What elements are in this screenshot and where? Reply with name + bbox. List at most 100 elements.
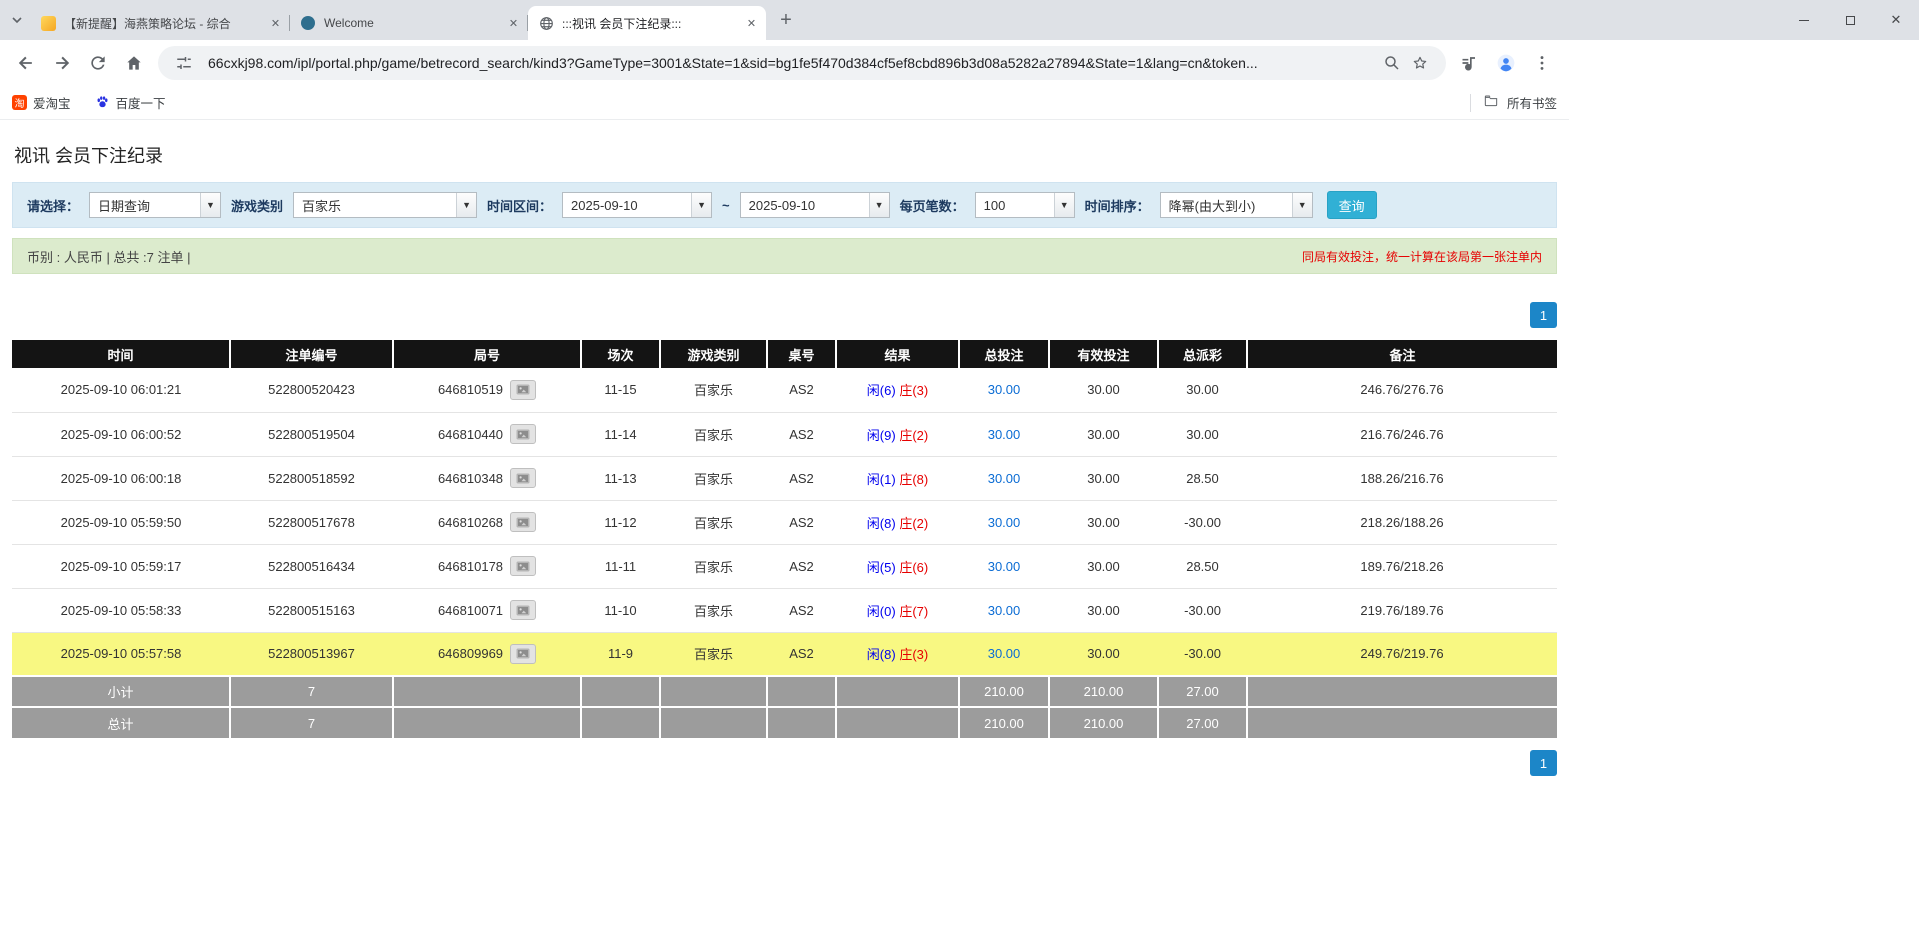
game-type-select[interactable]: 百家乐 ▼ — [293, 192, 477, 218]
col-header-payout: 总派彩 — [1158, 340, 1247, 368]
round-number: 646810268 — [438, 515, 503, 530]
round-number: 646810440 — [438, 427, 503, 442]
page-size-label: 每页笔数： — [900, 196, 965, 215]
col-header-time: 时间 — [12, 340, 230, 368]
cell-round: 646809969 — [393, 632, 581, 676]
zoom-icon[interactable] — [1378, 49, 1406, 77]
bookmark-star-icon[interactable] — [1406, 49, 1434, 77]
bookmark-label: 爱淘宝 — [33, 93, 71, 112]
video-replay-icon[interactable] — [510, 512, 536, 532]
cell-bet-id: 522800518592 — [230, 456, 393, 500]
page-size-select[interactable]: 100 ▼ — [975, 192, 1075, 218]
bookmark-taobao[interactable]: 淘 爱淘宝 — [12, 93, 71, 112]
forum-favicon-icon — [40, 15, 56, 31]
chevron-down-icon[interactable]: ▼ — [200, 193, 220, 217]
video-replay-icon[interactable] — [510, 424, 536, 444]
cell-session: 11-11 — [581, 544, 660, 588]
result-player: 闲(8) — [867, 516, 896, 531]
result-banker: 庄(8) — [899, 472, 928, 487]
chevron-down-icon[interactable]: ▼ — [1292, 193, 1312, 217]
game-type-label: 游戏类别 — [231, 196, 283, 215]
total-bet-link[interactable]: 30.00 — [988, 382, 1021, 397]
query-type-label: 请选择： — [27, 196, 79, 215]
table-row: 2025-09-10 05:59:17 522800516434 6468101… — [12, 544, 1557, 588]
close-tab-icon[interactable]: ✕ — [267, 15, 284, 32]
cell-round: 646810440 — [393, 412, 581, 456]
tab-search-icon[interactable] — [4, 7, 30, 33]
bookmarks-bar: 淘 爱淘宝 百度一下 所有书签 — [0, 86, 1569, 120]
cell-round: 646810519 — [393, 368, 581, 412]
video-replay-icon[interactable] — [510, 380, 536, 400]
result-player: 闲(1) — [867, 472, 896, 487]
close-button[interactable]: ✕ — [1873, 0, 1919, 40]
url-text[interactable]: 66cxkj98.com/ipl/portal.php/game/betreco… — [208, 55, 1368, 71]
cell-table-no: AS2 — [767, 632, 836, 676]
reload-button[interactable] — [80, 45, 116, 81]
cell-session: 11-9 — [581, 632, 660, 676]
cell-valid-bet: 30.00 — [1049, 412, 1158, 456]
total-bet-link[interactable]: 30.00 — [988, 427, 1021, 442]
site-settings-icon[interactable] — [170, 49, 198, 77]
chevron-down-icon[interactable]: ▼ — [456, 193, 476, 217]
tab-welcome[interactable]: Welcome ✕ — [290, 6, 528, 40]
search-button[interactable]: 查询 — [1327, 191, 1377, 219]
total-bet-link[interactable]: 30.00 — [988, 646, 1021, 661]
cell-total-bet: 30.00 — [959, 588, 1049, 632]
close-tab-icon[interactable]: ✕ — [743, 15, 760, 32]
empty-cell — [660, 707, 767, 738]
profile-avatar[interactable] — [1488, 45, 1524, 81]
query-type-select[interactable]: 日期查询 ▼ — [89, 192, 221, 218]
page-number-button[interactable]: 1 — [1530, 302, 1557, 328]
total-valid-bet: 210.00 — [1049, 707, 1158, 738]
cell-game: 百家乐 — [660, 544, 767, 588]
bookmark-baidu[interactable]: 百度一下 — [95, 93, 166, 112]
total-bet-link[interactable]: 30.00 — [988, 515, 1021, 530]
bookmarks-divider — [1470, 94, 1471, 112]
result-banker: 庄(7) — [899, 604, 928, 619]
date-from-select[interactable]: 2025-09-10 ▼ — [562, 192, 712, 218]
tab-title: :::视讯 会员下注纪录::: — [562, 15, 735, 32]
bookmark-label: 百度一下 — [116, 93, 166, 112]
address-bar[interactable]: 66cxkj98.com/ipl/portal.php/game/betreco… — [158, 46, 1446, 80]
col-header-game: 游戏类别 — [660, 340, 767, 368]
video-replay-icon[interactable] — [510, 600, 536, 620]
video-replay-icon[interactable] — [510, 556, 536, 576]
result-banker: 庄(3) — [899, 647, 928, 662]
table-row: 2025-09-10 05:58:33 522800515163 6468100… — [12, 588, 1557, 632]
date-to-select[interactable]: 2025-09-10 ▼ — [740, 192, 890, 218]
sort-order-select[interactable]: 降幂(由大到小) ▼ — [1160, 192, 1313, 218]
close-tab-icon[interactable]: ✕ — [505, 15, 522, 32]
maximize-button[interactable] — [1827, 0, 1873, 40]
cell-table-no: AS2 — [767, 456, 836, 500]
new-tab-button[interactable]: + — [772, 6, 800, 34]
bet-table-body: 2025-09-10 06:01:21 522800520423 6468105… — [12, 368, 1557, 676]
forward-button[interactable] — [44, 45, 80, 81]
chevron-down-icon[interactable]: ▼ — [1054, 193, 1074, 217]
tab-bet-records[interactable]: :::视讯 会员下注纪录::: ✕ — [528, 6, 766, 40]
page-number-button[interactable]: 1 — [1530, 750, 1557, 776]
total-bet-link[interactable]: 30.00 — [988, 603, 1021, 618]
minimize-button[interactable] — [1781, 0, 1827, 40]
cell-bet-id: 522800517678 — [230, 500, 393, 544]
pagination-bottom: 1 — [12, 750, 1557, 776]
video-replay-icon[interactable] — [510, 644, 536, 664]
cell-result: 闲(0) 庄(7) — [836, 588, 959, 632]
empty-cell — [836, 707, 959, 738]
empty-cell — [393, 676, 581, 707]
tab-forum[interactable]: 【新提醒】海燕策略论坛 - 综合 ✕ — [30, 6, 290, 40]
chevron-down-icon[interactable]: ▼ — [691, 193, 711, 217]
cell-time: 2025-09-10 06:00:18 — [12, 456, 230, 500]
total-bet-link[interactable]: 30.00 — [988, 559, 1021, 574]
video-replay-icon[interactable] — [510, 468, 536, 488]
bet-records-page: 视讯 会员下注纪录 请选择： 日期查询 ▼ 游戏类别 百家乐 ▼ 时间区间： 2… — [12, 120, 1557, 776]
media-control-icon[interactable] — [1452, 45, 1488, 81]
all-bookmarks[interactable]: 所有书签 — [1470, 93, 1557, 112]
cell-note: 219.76/189.76 — [1247, 588, 1557, 632]
cell-time: 2025-09-10 05:59:50 — [12, 500, 230, 544]
back-button[interactable] — [8, 45, 44, 81]
browser-menu-icon[interactable] — [1524, 45, 1560, 81]
total-bet-link[interactable]: 30.00 — [988, 471, 1021, 486]
round-number: 646810178 — [438, 559, 503, 574]
chevron-down-icon[interactable]: ▼ — [869, 193, 889, 217]
home-button[interactable] — [116, 45, 152, 81]
